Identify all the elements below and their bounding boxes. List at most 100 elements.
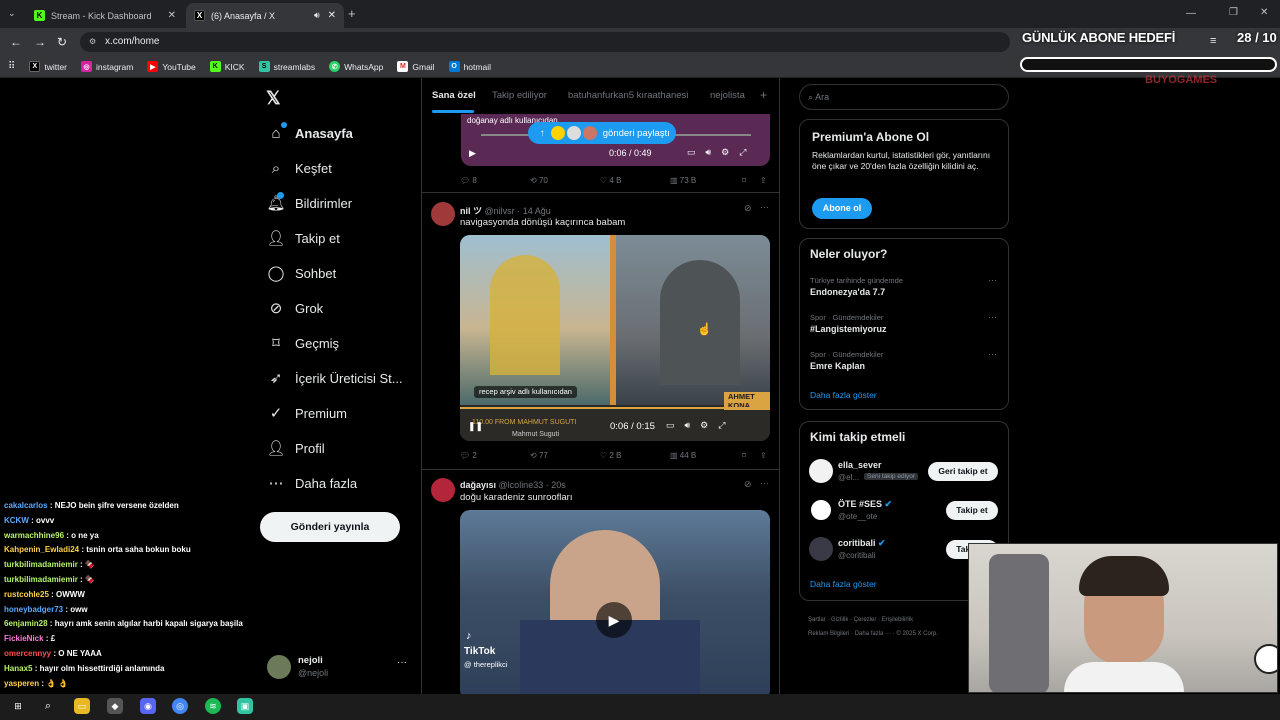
- more-icon[interactable]: ···: [760, 478, 769, 488]
- footer-link[interactable]: Erişilebilirlik: [882, 617, 913, 623]
- video-controls-icon[interactable]: ▭🔊︎⚙⤢: [687, 147, 756, 158]
- bookmark-icon[interactable]: ⌑: [742, 451, 760, 460]
- tab-x-home[interactable]: X (6) Anasayfa / X 🔊︎ ✕: [186, 3, 344, 28]
- avatar[interactable]: [809, 498, 833, 522]
- post-button[interactable]: Gönderi yayınla: [260, 512, 400, 542]
- share-icon[interactable]: ⇪: [760, 176, 767, 185]
- author-handle[interactable]: @lcoline33: [499, 480, 544, 490]
- back-icon[interactable]: ←: [10, 35, 22, 49]
- like-button[interactable]: ♡ 4 B: [600, 176, 670, 185]
- search-input[interactable]: ⌕ Ara: [799, 84, 1009, 110]
- bookmark-streamlabs[interactable]: Sstreamlabs: [258, 61, 315, 72]
- tab-following[interactable]: Takip ediliyor: [492, 90, 547, 101]
- chat-username[interactable]: honeybadger73: [4, 605, 63, 614]
- post-date[interactable]: 14 Ağu: [523, 206, 551, 216]
- bookmark-hotmail[interactable]: Ohotmail: [448, 61, 491, 72]
- tab-for-you[interactable]: Sana özel: [432, 90, 476, 101]
- grok-icon[interactable]: ⊘: [744, 479, 752, 490]
- repost-button[interactable]: ⟲ 77: [530, 451, 600, 460]
- trend-item[interactable]: #Langistemiyoruz: [810, 324, 887, 334]
- avatar[interactable]: [809, 537, 833, 561]
- footer-link[interactable]: Çerezler: [854, 617, 877, 623]
- nav-follow[interactable]: 👤︎ Takip et: [266, 229, 339, 247]
- bookmark-whatsapp[interactable]: ✆ WhatsApp: [329, 61, 383, 72]
- nav-more[interactable]: ⋯ Daha fazla: [267, 474, 358, 492]
- nav-chat[interactable]: ◯ Sohbet: [267, 264, 337, 282]
- avatar[interactable]: [809, 459, 833, 483]
- video-controls-icon[interactable]: ▭🔊︎⚙⤢: [666, 420, 735, 431]
- file-explorer-icon[interactable]: ▭: [74, 698, 90, 714]
- post-video[interactable]: recep arşiv adlı kullanıcıdan AHMET KONA…: [460, 235, 770, 441]
- pause-icon[interactable]: ❚❚: [468, 421, 483, 432]
- bookmark-instagram[interactable]: ◎ instagram: [81, 61, 133, 72]
- new-posts-toast[interactable]: ↑ gönderi paylaştı: [528, 122, 676, 144]
- chat-username[interactable]: FickieNick: [4, 634, 44, 643]
- footer-link[interactable]: Daha fazla ···: [855, 631, 891, 637]
- nav-premium[interactable]: ✓ Premium: [267, 404, 347, 422]
- discord-icon[interactable]: ◉: [140, 698, 156, 714]
- bookmark-icon[interactable]: ⌑: [742, 176, 760, 185]
- tab-list-nejolista[interactable]: nejolista: [710, 90, 745, 101]
- nav-creator-studio[interactable]: ➶ İçerik Üreticisi St...: [267, 369, 403, 387]
- subscribe-button[interactable]: Abone ol: [812, 198, 872, 219]
- site-info-icon[interactable]: ⚙: [89, 37, 96, 46]
- x-logo-icon[interactable]: 𝕏: [266, 88, 281, 109]
- trend-item[interactable]: Emre Kaplan: [810, 361, 865, 371]
- follow-button[interactable]: Takip et: [946, 501, 998, 520]
- post-date[interactable]: 20s: [551, 480, 566, 490]
- show-more-link[interactable]: Daha fazla göster: [810, 390, 877, 400]
- repost-button[interactable]: ⟲ 70: [530, 176, 600, 185]
- close-tab-icon[interactable]: ✕: [328, 10, 336, 21]
- new-tab-button[interactable]: +: [348, 6, 356, 21]
- avatar[interactable]: [431, 478, 455, 502]
- avatar[interactable]: [431, 202, 455, 226]
- more-icon[interactable]: ···: [988, 275, 997, 285]
- footer-link[interactable]: Gizlilik: [831, 617, 848, 623]
- views-button[interactable]: ▥ 44 B: [670, 451, 742, 460]
- chat-username[interactable]: cakalcarlos: [4, 501, 48, 510]
- minimize-icon[interactable]: —: [1186, 8, 1196, 19]
- follow-back-button[interactable]: Geri takip et: [928, 462, 998, 481]
- close-window-icon[interactable]: ✕: [1260, 7, 1268, 18]
- follow-name[interactable]: coritibali ✔: [838, 538, 886, 549]
- bookmark-gmail[interactable]: M Gmail: [397, 61, 435, 72]
- apps-grid-icon[interactable]: ⠿: [8, 61, 15, 72]
- nav-explore[interactable]: ⌕ Keşfet: [267, 159, 332, 177]
- add-tab-icon[interactable]: +: [760, 88, 767, 102]
- author-name[interactable]: nil ツ: [460, 206, 482, 216]
- nav-bookmarks[interactable]: ⌑ Geçmiş: [267, 334, 339, 352]
- play-button[interactable]: ▶: [596, 602, 632, 638]
- account-menu-icon[interactable]: ···: [397, 657, 407, 668]
- follow-name[interactable]: ella_sever: [838, 460, 882, 470]
- reload-icon[interactable]: ↻: [57, 35, 67, 49]
- url-input[interactable]: x.com/home: [80, 32, 1010, 52]
- tab-list-chevron-icon[interactable]: ⌄: [8, 8, 16, 19]
- avatar[interactable]: [267, 655, 291, 679]
- chat-username[interactable]: Kahpenin_Ewladi24: [4, 545, 79, 554]
- footer-link[interactable]: Reklam Bilgileri: [808, 631, 849, 637]
- chat-username[interactable]: Hanax5: [4, 664, 32, 673]
- bookmark-youtube[interactable]: ▶ YouTube: [147, 61, 196, 72]
- windows-start-icon[interactable]: ⊞: [10, 698, 26, 714]
- more-icon[interactable]: ···: [988, 349, 997, 359]
- chat-username[interactable]: warmachhine96: [4, 531, 64, 540]
- forward-icon[interactable]: →: [34, 35, 46, 49]
- close-tab-icon[interactable]: ✕: [168, 10, 176, 21]
- more-icon[interactable]: ···: [988, 312, 997, 322]
- search-icon[interactable]: ⌕: [40, 698, 56, 714]
- chrome-icon[interactable]: ◎: [172, 698, 188, 714]
- menu-icon[interactable]: ≡: [1210, 35, 1216, 47]
- author-handle[interactable]: @nilvsr: [485, 206, 515, 216]
- streamlabs-icon[interactable]: ▣: [237, 698, 253, 714]
- bookmark-kick[interactable]: K KICK: [209, 61, 245, 72]
- views-button[interactable]: ▥ 73 B: [670, 176, 742, 185]
- trend-item[interactable]: Endonezya'da 7.7: [810, 287, 885, 297]
- play-icon[interactable]: ▶: [469, 148, 476, 159]
- more-icon[interactable]: ···: [760, 202, 769, 212]
- author-name[interactable]: dağayısı: [460, 480, 496, 490]
- tab-list-kiraathanesi[interactable]: batuhanfurkan5 kıraathanesi: [568, 90, 688, 101]
- like-button[interactable]: ♡ 2 B: [600, 451, 670, 460]
- chat-username[interactable]: 6enjamin28: [4, 619, 48, 628]
- chat-username[interactable]: omercennyy: [4, 649, 51, 658]
- nav-home[interactable]: ⌂ Anasayfa: [267, 124, 352, 142]
